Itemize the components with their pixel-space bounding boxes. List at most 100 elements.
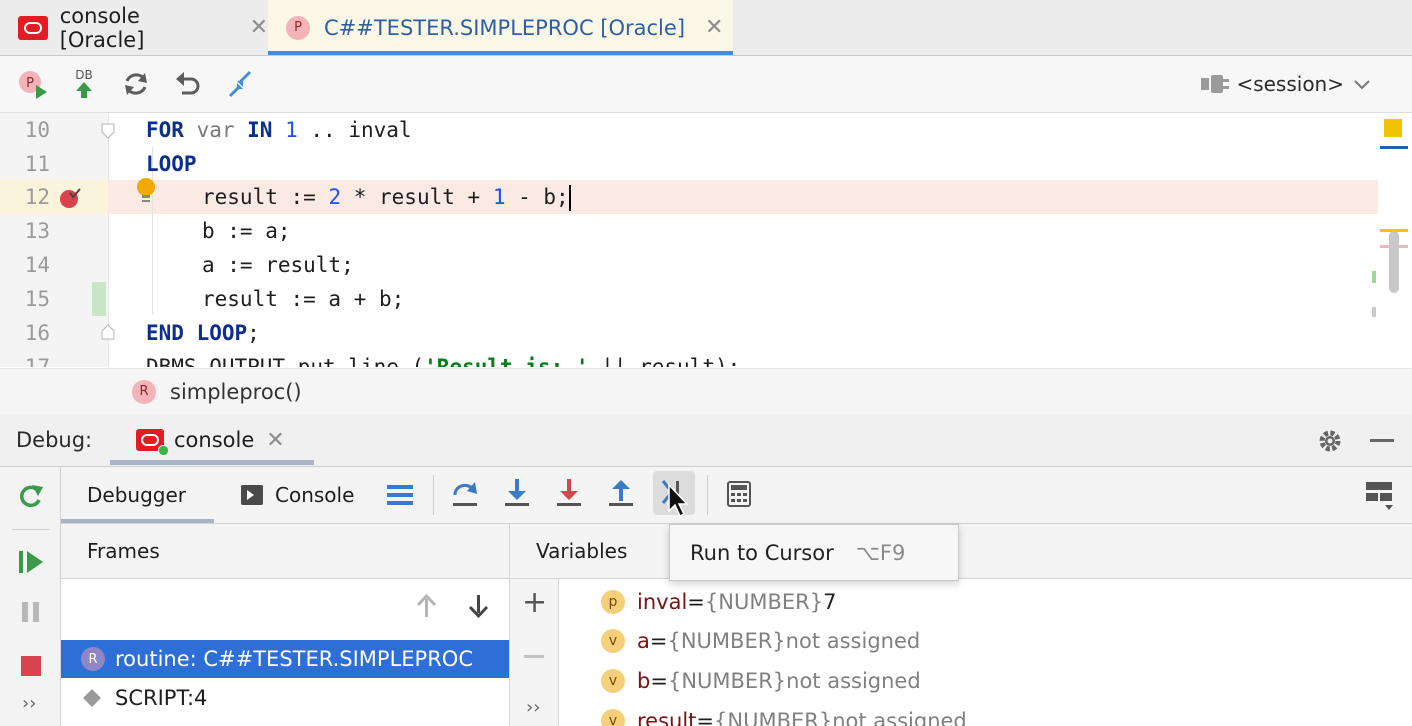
force-step-into-icon[interactable] — [555, 477, 583, 509]
variable-name: b — [637, 669, 651, 693]
arrows-in-icon — [229, 71, 251, 97]
run-to-cursor-tooltip: Run to Cursor ⌥F9 — [669, 524, 959, 581]
scroll-marker — [1372, 271, 1376, 283]
fold-icon[interactable] — [101, 324, 115, 340]
line-number: 13 — [24, 219, 50, 243]
routine-icon: R — [132, 379, 156, 404]
warning-marker[interactable] — [1384, 119, 1402, 137]
variable-type: {NUMBER} — [704, 590, 824, 614]
variable-icon: v — [601, 629, 625, 653]
close-icon[interactable]: ✕ — [266, 428, 284, 453]
resume-icon[interactable] — [16, 547, 46, 577]
tooltip-label: Run to Cursor — [690, 540, 834, 565]
variable-equals: = — [687, 590, 705, 614]
run-procedure-icon: P — [19, 71, 47, 99]
frame-row[interactable]: SCRIPT:4 — [61, 679, 509, 717]
revert-button[interactable] — [170, 66, 206, 102]
procedure-icon: P — [286, 15, 310, 40]
code-line: FOR var IN 1 .. inval — [146, 118, 412, 142]
scroll-marker — [1372, 307, 1376, 317]
step-out-icon[interactable] — [607, 477, 635, 509]
debug-title: Debug: — [16, 428, 93, 452]
frames-panel: R routine: C##TESTER.SIMPLEPROC SCRIPT:4 — [61, 579, 510, 726]
variable-equals: = — [649, 629, 668, 653]
merge-button[interactable] — [222, 66, 258, 102]
more-icon[interactable]: ›› — [22, 693, 36, 714]
svg-text:P: P — [26, 76, 34, 91]
code-line: b := a; — [202, 219, 291, 243]
divider — [433, 475, 434, 515]
variable-row[interactable]: v b = {NUMBER} not assigned — [601, 661, 921, 701]
db-deploy-button[interactable]: DB — [66, 66, 102, 102]
frame-label: SCRIPT:4 — [115, 686, 208, 710]
variables-panel: p inval = {NUMBER} 7 v a = {NUMBER} not … — [559, 579, 1412, 726]
oracle-icon — [18, 15, 48, 40]
editor-scrollbar[interactable] — [1389, 231, 1399, 293]
code-line: result := a + b; — [202, 287, 405, 311]
add-watch-icon[interactable]: + — [522, 585, 547, 620]
variable-row[interactable]: p inval = {NUMBER} 7 — [601, 582, 836, 622]
breadcrumb-label[interactable]: simpleproc() — [170, 380, 302, 404]
variable-type: {NUMBER} — [667, 629, 786, 653]
variable-value: not assigned — [786, 669, 921, 693]
minimize-icon[interactable] — [1370, 439, 1394, 442]
svg-text:DB: DB — [75, 68, 92, 82]
variables-actions-strip: + ›› — [510, 579, 559, 726]
tab-label: console [Oracle] — [59, 3, 145, 52]
pause-icon[interactable] — [18, 599, 44, 625]
tab-simpleproc[interactable]: P C##TESTER.SIMPLEPROC [Oracle] ✕ — [268, 0, 733, 55]
tab-debugger-label: Debugger — [87, 483, 186, 507]
stop-icon[interactable] — [18, 653, 44, 679]
close-icon[interactable]: ✕ — [250, 15, 268, 40]
divider — [707, 475, 708, 515]
arrow-down-icon[interactable] — [467, 593, 491, 619]
gear-icon[interactable] — [1316, 427, 1344, 455]
fold-icon[interactable] — [101, 123, 115, 139]
tab-console[interactable]: Console — [241, 467, 354, 523]
routine-icon: R — [81, 647, 105, 671]
active-tab-indicator — [61, 519, 214, 523]
chevron-down-icon — [1354, 80, 1370, 90]
step-into-icon[interactable] — [503, 477, 531, 509]
mouse-cursor-icon — [668, 483, 689, 518]
variable-name: a — [637, 629, 650, 653]
line-number: 14 — [24, 253, 50, 277]
more-icon[interactable]: ›› — [526, 697, 540, 718]
line-number: 16 — [24, 321, 50, 345]
frames-header: Frames — [61, 524, 510, 579]
session-selector[interactable]: <session> — [1200, 68, 1372, 100]
tab-debugger[interactable]: Debugger — [87, 467, 186, 523]
plug-icon — [1201, 75, 1230, 93]
code-line: a := result; — [202, 253, 354, 277]
variable-row[interactable]: v a = {NUMBER} not assigned — [601, 621, 920, 661]
code-line: END LOOP; — [146, 321, 260, 345]
code-editor[interactable]: 10 11 12 13 14 15 16 17 FOR var IN 1 .. … — [0, 113, 1412, 367]
debug-session-tab[interactable]: console ✕ — [110, 414, 314, 466]
divider — [12, 529, 50, 530]
undo-icon — [176, 72, 200, 95]
variable-row[interactable]: v result = {NUMBER} not assigned — [601, 701, 967, 726]
oracle-icon — [136, 429, 169, 456]
close-icon[interactable]: ✕ — [705, 15, 723, 40]
evaluate-expression-icon[interactable] — [727, 481, 751, 507]
rerun-icon[interactable] — [16, 481, 46, 511]
frame-row-selected[interactable]: R routine: C##TESTER.SIMPLEPROC — [61, 640, 509, 678]
tab-console-oracle[interactable]: console [Oracle] ✕ — [0, 0, 268, 55]
variable-type: {NUMBER} — [667, 669, 787, 693]
variable-value: not assigned — [785, 629, 921, 653]
arrow-up-icon[interactable] — [415, 593, 439, 619]
refresh-button[interactable] — [118, 66, 154, 102]
change-marker — [92, 282, 106, 316]
layout-settings-icon[interactable] — [1365, 481, 1395, 511]
variable-type: {NUMBER} — [714, 709, 833, 726]
step-over-icon[interactable] — [451, 479, 479, 509]
remove-watch-icon[interactable] — [524, 655, 544, 658]
active-tab-indicator — [268, 51, 733, 55]
line-number: 10 — [24, 118, 50, 142]
frame-label: routine: C##TESTER.SIMPLEPROC — [115, 647, 473, 671]
code-line-current: result := 2 * result + 1 - b; — [202, 185, 571, 211]
layout-menu-icon[interactable] — [387, 483, 413, 507]
run-procedure-button[interactable]: P — [14, 66, 50, 102]
diamond-icon — [83, 689, 101, 707]
breakpoint-icon[interactable] — [58, 187, 82, 209]
